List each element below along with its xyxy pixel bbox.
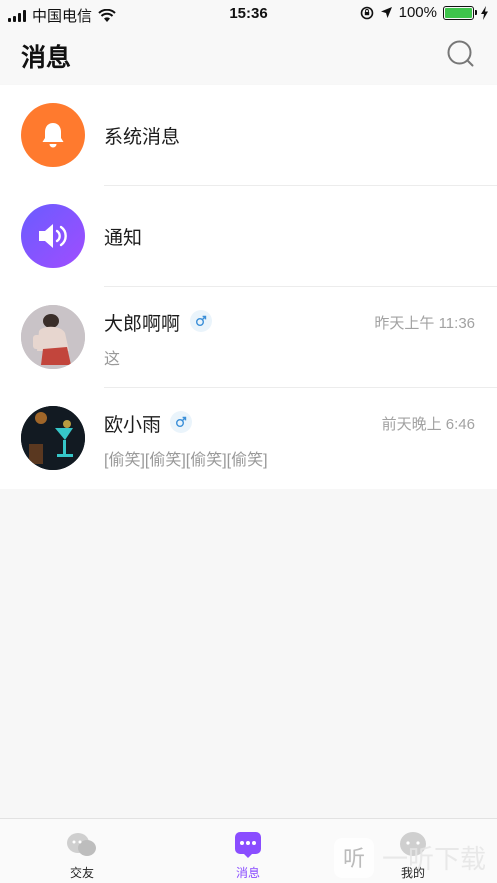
item-title: 通知 (104, 228, 143, 249)
item-title: 欧小雨 (104, 415, 162, 436)
avatar (21, 305, 85, 369)
avatar-image (21, 406, 85, 470)
message-list: 系统消息 通知 大郎啊啊 昨天上午 11:36 这 欧小雨 前天晚上 6:46 … (0, 85, 497, 489)
status-bar: 中国电信 15:36 100% (0, 0, 497, 28)
male-gender-icon (190, 310, 212, 332)
tab-label: 交友 (69, 866, 94, 880)
message-preview: 这 (104, 351, 121, 368)
battery-icon (443, 5, 477, 20)
bell-icon (42, 123, 64, 148)
list-item-chat-dalang[interactable]: 大郎啊啊 昨天上午 11:36 这 (0, 287, 497, 388)
list-item-chat-ouxiaoyu[interactable]: 欧小雨 前天晚上 6:46 [偷笑][偷笑][偷笑][偷笑] (0, 388, 497, 489)
item-title: 系统消息 (104, 127, 181, 148)
item-title: 大郎啊啊 (104, 314, 181, 335)
tab-friends[interactable]: 交友 (22, 819, 142, 883)
avatar (21, 406, 85, 470)
avatar-image (21, 305, 85, 369)
list-item-system-messages[interactable]: 系统消息 (0, 85, 497, 186)
search-icon (447, 40, 474, 67)
rotation-lock-icon (360, 6, 373, 19)
message-time: 前天晚上 6:46 (381, 416, 475, 433)
svg-text:一听下载: 一听下载 (382, 845, 486, 875)
location-icon (380, 7, 392, 18)
tab-label: 消息 (235, 866, 260, 880)
system-message-avatar (21, 103, 85, 167)
list-item-notifications[interactable]: 通知 (0, 186, 497, 287)
status-right: 100% (360, 4, 489, 21)
charging-icon (481, 5, 488, 20)
chat-bubbles-icon (67, 833, 96, 856)
message-time: 昨天上午 11:36 (374, 315, 475, 332)
header: 消息 (0, 28, 497, 84)
search-button[interactable] (445, 38, 477, 70)
watermark-icon: 听 一听下载 (334, 838, 486, 878)
page-title: 消息 (21, 44, 72, 72)
watermark-logo: 听 一听下载 (332, 836, 497, 883)
speaker-icon (39, 224, 67, 248)
tab-messages[interactable]: 消息 (188, 819, 308, 883)
battery-percent: 100% (398, 4, 437, 21)
notification-avatar (21, 204, 85, 268)
male-gender-icon (170, 411, 192, 433)
svg-text:听: 听 (343, 847, 365, 872)
message-preview: [偷笑][偷笑][偷笑][偷笑] (104, 452, 268, 469)
message-icon (235, 832, 261, 858)
